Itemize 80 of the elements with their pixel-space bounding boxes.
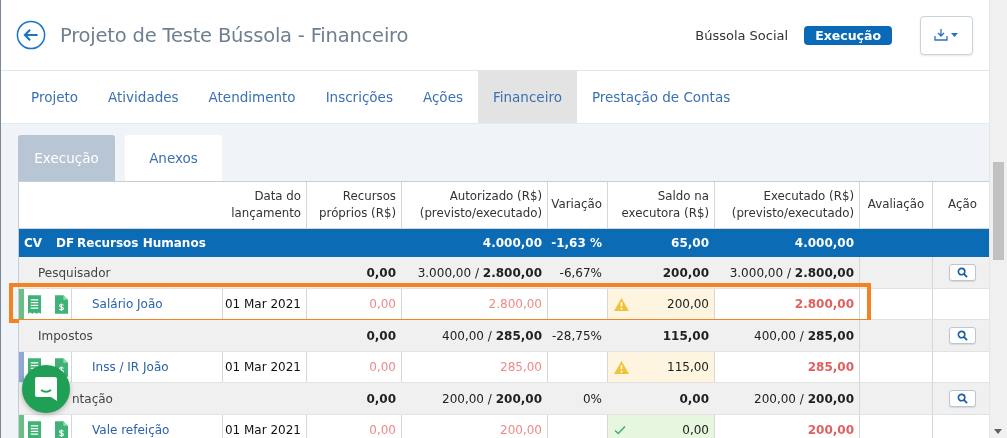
table-cell: 4.000,00	[482, 236, 542, 250]
table-cell: 2.800,00	[488, 297, 542, 311]
nav-tab[interactable]: Inscrições	[310, 71, 408, 123]
table-cell: -6,67%	[559, 265, 602, 280]
status-badge: Execução	[804, 25, 892, 45]
column-header: Saldo na executora (R$)	[620, 187, 709, 222]
nav-tab[interactable]: Prestação de Contas	[576, 71, 746, 123]
nav-tab[interactable]: Projeto	[16, 71, 94, 123]
balance-cell: 200,00	[607, 289, 714, 319]
column-header: Recursos próprios (R$)	[318, 187, 396, 222]
search-button[interactable]	[949, 327, 976, 344]
date-cell: 01 Mar 2021	[224, 423, 301, 437]
expense-link[interactable]: Vale refeição	[92, 423, 170, 437]
group-label: Pesquisador	[38, 265, 111, 280]
expense-link[interactable]: Salário João	[92, 297, 163, 311]
table-cell: 0,00	[369, 360, 396, 374]
column-header: Variação	[551, 196, 602, 214]
table-cell: 4.000,00	[794, 236, 854, 250]
chat-icon	[34, 376, 58, 402]
table-cell: 200,00 / 200,00	[754, 391, 854, 406]
page-title: Projeto de Teste Bússola - Financeiro	[60, 23, 410, 47]
column-header: Ação	[948, 196, 977, 214]
table-cell: 0,00	[369, 423, 396, 437]
table-cell: 400,00 / 285,00	[442, 328, 542, 343]
table-cell: 285,00	[500, 360, 542, 374]
date-cell: 01 Mar 2021	[224, 297, 301, 311]
table-cell: 200,00	[662, 265, 709, 280]
warning-icon	[614, 360, 629, 374]
balance-cell: 115,00	[607, 352, 714, 382]
table-cell: 400,00 / 285,00	[754, 328, 854, 343]
table-cell: 0,00	[366, 391, 396, 406]
invoice-icon[interactable]	[55, 420, 68, 438]
table-cell: 200,00	[500, 423, 542, 437]
invoice-icon[interactable]	[55, 294, 68, 314]
column-header: Autorizado (R$) (previsto/executado)	[418, 187, 542, 222]
expense-link[interactable]: Inss / IR João	[92, 360, 169, 374]
warning-icon	[614, 297, 629, 311]
receipt-icon[interactable]	[28, 420, 41, 438]
table-cell: 0,00	[366, 265, 396, 280]
download-button[interactable]	[920, 15, 973, 55]
table-cell: -28,75%	[551, 328, 602, 343]
nav-tab[interactable]: Ações	[407, 71, 478, 123]
organization-name: Bússola Social	[695, 27, 789, 43]
table-cell: 200,00	[807, 423, 854, 437]
table-cell: 0%	[582, 391, 602, 406]
table-cell: 200,00 / 200,00	[442, 391, 542, 406]
column-label: CV	[24, 236, 43, 250]
nav-tab[interactable]: Atividades	[93, 71, 194, 123]
column-header: Avaliação	[867, 196, 925, 214]
column-header: Executado (R$) (previsto/executado)	[730, 187, 854, 222]
group-label: ntação	[72, 391, 113, 406]
table-cell: 0,00	[366, 328, 396, 343]
scrollbar[interactable]	[989, 0, 1007, 438]
table-cell: 2.800,00	[794, 297, 854, 311]
table-cell: 0,00	[369, 297, 396, 311]
table-cell: 3.000,00 / 2.800,00	[729, 265, 854, 280]
category-name: Recursos Humanos	[77, 236, 206, 250]
search-button[interactable]	[949, 264, 976, 281]
sub-tab[interactable]: Anexos	[125, 135, 222, 181]
table-cell: 115,00	[662, 328, 709, 343]
date-cell: 01 Mar 2021	[224, 360, 301, 374]
nav-tab[interactable]: Financeiro	[478, 71, 577, 123]
check-icon	[614, 425, 626, 435]
back-icon[interactable]	[16, 20, 46, 50]
download-icon	[933, 28, 960, 42]
search-icon	[957, 267, 968, 278]
column-header: Data do lançamento	[230, 187, 301, 222]
table-cell: 0,00	[679, 391, 709, 406]
search-icon	[957, 393, 968, 404]
nav-tab[interactable]: Atendimento	[193, 71, 311, 123]
table-cell: 3.000,00 / 2.800,00	[417, 265, 542, 280]
table-cell: 65,00	[671, 236, 709, 250]
group-label: Impostos	[38, 328, 93, 343]
table-cell: -1,63 %	[551, 236, 602, 250]
receipt-icon[interactable]	[28, 294, 41, 314]
table-cell: 285,00	[807, 360, 854, 374]
search-button[interactable]	[949, 390, 976, 407]
search-icon	[957, 330, 968, 341]
balance-cell: 0,00	[607, 415, 714, 438]
column-label: DF	[56, 236, 75, 250]
